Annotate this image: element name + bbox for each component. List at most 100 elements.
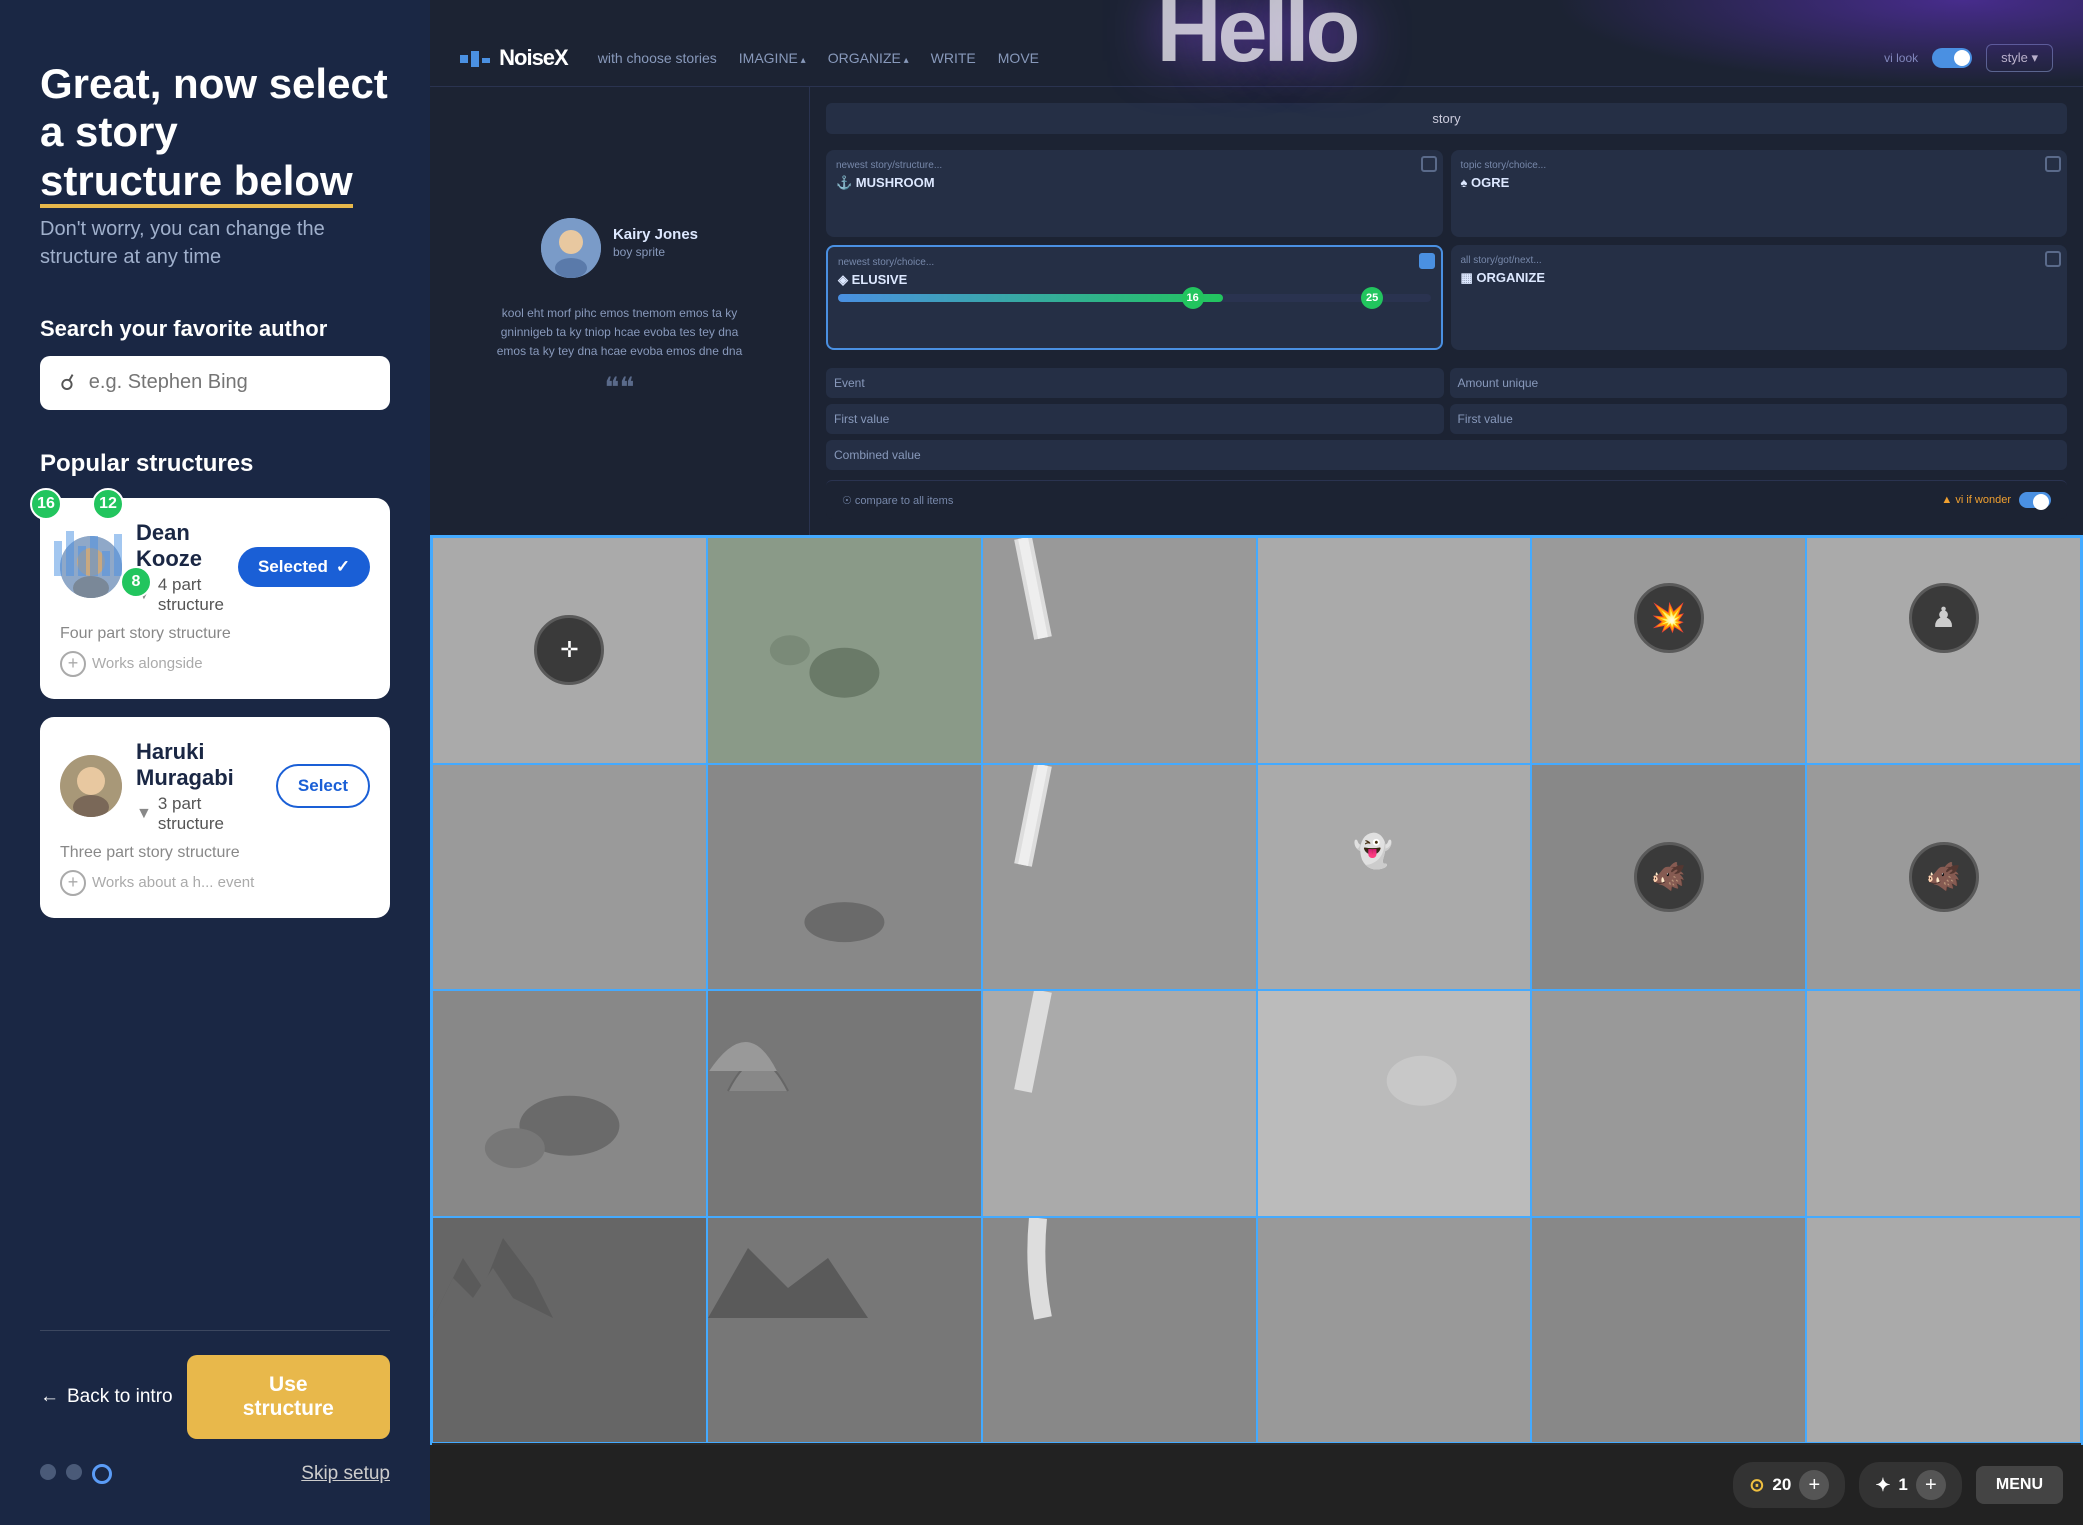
footer-toggle: ▲ vi if wonder — [1941, 492, 2051, 508]
cell-4-6 — [1806, 1217, 2081, 1444]
plus-circle-icon[interactable]: + — [60, 651, 86, 677]
action-row: ← Back to intro Use structure — [40, 1355, 390, 1439]
nav-write[interactable]: WRITE — [931, 50, 976, 66]
terrain-svg-2-3 — [983, 765, 1256, 990]
cell-4-4 — [1257, 1217, 1532, 1444]
checkbox-1[interactable] — [1421, 156, 1437, 172]
field-first-2: First value — [1450, 404, 2068, 434]
structure-item-4[interactable]: all story/got/next... ▦ ORGANIZE — [1451, 245, 2068, 350]
badge-16: 16 — [30, 488, 62, 520]
search-box[interactable]: ☌ — [40, 356, 390, 410]
card-desc-dean: Four part story structure — [60, 625, 370, 643]
si-name-4: ▦ ORGANIZE — [1461, 270, 2058, 286]
cell-1-1: ✛ — [432, 537, 707, 764]
slider-badge-16: 16 — [1182, 287, 1204, 309]
checkbox-3-checked[interactable] — [1419, 253, 1435, 269]
quote-author-block: Kairy Jones boy sprite — [613, 226, 698, 279]
checkbox-4[interactable] — [2045, 251, 2061, 267]
app-nav-right: vi look style ▾ — [1884, 44, 2053, 72]
pig-icon[interactable]: 🐗 — [1634, 842, 1704, 912]
wolf-icon[interactable]: 🐗 — [1909, 842, 1979, 912]
slider-badge-25: 25 — [1361, 287, 1383, 309]
quote-avatar — [541, 218, 601, 278]
app-footer-row: ☉ compare to all items ▲ vi if wonder — [826, 480, 2067, 519]
card-info-dean: Dean Kooze ▼ 4 part structure — [136, 520, 224, 615]
toggle-switch[interactable] — [1932, 48, 1972, 68]
divider — [40, 1330, 390, 1331]
si-name-3: ◈ ELUSIVE — [838, 272, 1431, 288]
parts-icon-2: ▼ — [136, 805, 152, 823]
terrain-svg-4-1 — [433, 1218, 706, 1443]
footer-text-left: ☉ compare to all items — [842, 491, 953, 509]
badge-12: 12 — [92, 488, 124, 520]
main-heading: Great, now select a story structure belo… — [40, 60, 390, 205]
nav-move[interactable]: MOVE — [998, 50, 1039, 66]
use-structure-button[interactable]: Use structure — [187, 1355, 390, 1439]
terrain-svg-2-2 — [708, 765, 981, 990]
structure-item-2[interactable]: topic story/choice... ♠ OGRE — [1451, 150, 2068, 237]
quote-text: yk at some moment some chip from the loo… — [497, 304, 743, 362]
avatar-face-haruki — [60, 755, 122, 817]
cell-2-3 — [982, 764, 1257, 991]
bottom-nav: ← Back to intro Use structure Skip setup — [40, 1330, 390, 1485]
plus-circle-icon-2[interactable]: + — [60, 870, 86, 896]
terrain-svg-3-4 — [1258, 991, 1531, 1216]
app-body: Kairy Jones boy sprite yk at some moment… — [430, 87, 2083, 535]
cell-1-2 — [707, 537, 982, 764]
structure-item-3[interactable]: newest story/choice... ◈ ELUSIVE 16 25 — [826, 245, 1443, 350]
back-to-intro-button[interactable]: ← Back to intro — [40, 1386, 173, 1408]
skip-setup-link[interactable]: Skip setup — [301, 1463, 390, 1485]
move-pad[interactable]: ✛ — [534, 615, 604, 685]
si-label-1: newest story/structure... — [836, 160, 1433, 171]
cell-4-3 — [982, 1217, 1257, 1444]
select-button-haruki[interactable]: Select — [276, 764, 370, 808]
style-button[interactable]: style ▾ — [1986, 44, 2053, 72]
star-counter: ✦ 1 + — [1859, 1462, 1962, 1508]
footer-toggle-switch[interactable] — [2019, 492, 2051, 508]
cell-3-4 — [1257, 990, 1532, 1217]
nav-organize[interactable]: ORGANIZE — [828, 50, 909, 66]
add-stars-button[interactable]: + — [1916, 1470, 1946, 1500]
search-input[interactable] — [89, 371, 370, 394]
add-coins-button[interactable]: + — [1799, 1470, 1829, 1500]
terrain-svg-4-3 — [983, 1218, 1256, 1443]
toggle-label: vi look — [1884, 51, 1918, 65]
menu-button[interactable]: MENU — [1976, 1466, 2063, 1504]
footer-label: ☉ compare to all items — [842, 495, 953, 507]
subheading: Don't worry, you can change the structur… — [40, 215, 390, 271]
ogre-icon: ♠ — [1461, 175, 1468, 190]
nav-choose-stories[interactable]: with choose stories — [598, 50, 717, 66]
footer-toggle-label: ▲ vi if wonder — [1941, 494, 2011, 506]
cell-2-1 — [432, 764, 707, 991]
structure-item-1[interactable]: newest story/structure... ⚓ MUSHROOM — [826, 150, 1443, 237]
chess-icon[interactable]: ♟ — [1909, 583, 1979, 653]
terrain-svg-3-2 — [708, 991, 981, 1216]
cell-2-2 — [707, 764, 982, 991]
right-panel: Hello NoiseX with choose stories IMAGINE… — [430, 0, 2083, 1525]
nav-imagine[interactable]: IMAGINE — [739, 50, 806, 66]
checkbox-2[interactable] — [2045, 156, 2061, 172]
si-label-3: newest story/choice... — [838, 257, 1431, 268]
monster-icon-1[interactable]: 💥 — [1634, 583, 1704, 653]
card-desc-haruki: Three part story structure — [60, 844, 370, 862]
coin-count: 20 — [1772, 1475, 1791, 1495]
progress-dots — [40, 1464, 112, 1484]
selected-button-dean[interactable]: Selected ✓ — [238, 547, 370, 587]
app-logo: NoiseX — [460, 45, 568, 71]
arrow-left-icon: ← — [40, 1386, 59, 1408]
game-bottom-bar: ⊙ 20 + ✦ 1 + MENU — [430, 1445, 2083, 1525]
app-header-wrap: Hello NoiseX with choose stories IMAGINE… — [430, 0, 2083, 87]
slider-track — [838, 294, 1431, 302]
cell-1-5: 💥 — [1531, 537, 1806, 764]
game-panel: ▲ Level 1 ✛ — [430, 535, 2083, 1525]
cell-3-1 — [432, 990, 707, 1217]
elusive-icon: ◈ — [838, 272, 848, 287]
quote-author-name: Kairy Jones — [613, 226, 698, 243]
sidebar-story-btn[interactable]: story — [826, 103, 2067, 134]
card-name-dean: Dean Kooze — [136, 520, 224, 572]
star-icon: ✦ — [1875, 1475, 1890, 1496]
dots-row: Skip setup — [40, 1463, 390, 1485]
terrain-1-1: ✛ — [433, 538, 706, 763]
dot-3-active — [92, 1464, 112, 1484]
field-rows: Event Amount unique First value First va… — [826, 368, 2067, 470]
